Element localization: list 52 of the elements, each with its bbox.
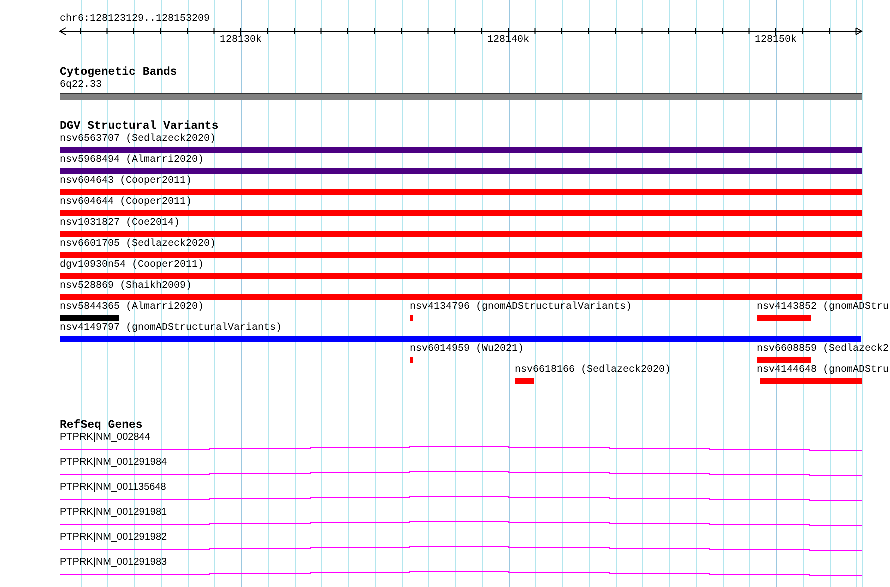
- variant-bar[interactable]: [60, 315, 119, 321]
- variant-label[interactable]: nsv6563707 (Sedlazeck2020): [60, 134, 216, 146]
- variant-bar[interactable]: [515, 378, 534, 384]
- variant-bar[interactable]: [760, 378, 862, 384]
- variant-bar[interactable]: [60, 210, 862, 216]
- variant-bar[interactable]: [757, 315, 811, 321]
- variant-label[interactable]: nsv6601705 (Sedlazeck2020): [60, 239, 216, 251]
- variant-label[interactable]: nsv528869 (Shaikh2009): [60, 281, 192, 293]
- variant-bar[interactable]: [60, 294, 862, 300]
- variant-bar[interactable]: [60, 189, 862, 195]
- transcript-line[interactable]: [60, 546, 862, 551]
- variant-label[interactable]: nsv4149797 (gnomADStructuralVariants): [60, 323, 282, 335]
- variant-label[interactable]: nsv4143852 (gnomADStru: [757, 302, 890, 314]
- gene-label[interactable]: PTPRK|NM_001291982: [60, 532, 168, 544]
- variant-label[interactable]: nsv6608859 (Sedlazeck2: [757, 344, 890, 356]
- variant-bar[interactable]: [60, 273, 862, 279]
- variant-label[interactable]: nsv4134796 (gnomADStructuralVariants): [410, 302, 632, 314]
- variant-label[interactable]: nsv1031827 (Coe2014): [60, 218, 180, 230]
- band-label: 6q22.33: [60, 80, 102, 92]
- variant-label[interactable]: nsv604644 (Cooper2011): [60, 197, 192, 209]
- variant-label[interactable]: dgv10930n54 (Cooper2011): [60, 260, 204, 272]
- tick-label: 128130k: [220, 35, 262, 47]
- track-title: RefSeq Genes: [60, 420, 143, 432]
- variant-label[interactable]: nsv6014959 (Wu2021): [410, 344, 524, 356]
- variant-bar[interactable]: [60, 231, 862, 237]
- gene-label[interactable]: PTPRK|NM_001291981: [60, 507, 168, 519]
- tick-label: 128150k: [755, 35, 798, 47]
- tick-label: 128140k: [488, 35, 530, 47]
- gene-label[interactable]: PTPRK|NM_002844: [60, 432, 150, 444]
- transcript-line[interactable]: [60, 572, 862, 576]
- variant-bar[interactable]: [410, 357, 413, 363]
- transcript-line[interactable]: [60, 496, 862, 501]
- transcript-line[interactable]: [60, 446, 862, 451]
- track-title: DGV Structural Variants: [60, 121, 219, 133]
- variant-label[interactable]: nsv5844365 (Almarri2020): [60, 302, 204, 314]
- variant-label[interactable]: nsv6618166 (Sedlazeck2020): [515, 365, 672, 377]
- gene-label[interactable]: PTPRK|NM_001291984: [60, 457, 168, 469]
- variant-label[interactable]: nsv5968494 (Almarri2020): [60, 155, 204, 167]
- variant-bar[interactable]: [757, 357, 811, 363]
- gene-label[interactable]: PTPRK|NM_001291983: [60, 557, 168, 569]
- transcript-line[interactable]: [60, 522, 862, 526]
- variant-bar[interactable]: [60, 147, 862, 153]
- variant-bar[interactable]: [60, 168, 862, 174]
- variant-bar[interactable]: [60, 336, 861, 342]
- variant-bar[interactable]: [410, 315, 413, 321]
- transcript-line[interactable]: [60, 472, 862, 476]
- variant-label[interactable]: nsv604643 (Cooper2011): [60, 176, 192, 188]
- variant-bar[interactable]: [60, 252, 862, 258]
- gene-label[interactable]: PTPRK|NM_001135648: [60, 482, 166, 494]
- variant-label[interactable]: nsv4144648 (gnomADStru: [757, 365, 890, 377]
- location-label: chr6:128123129..128153209: [60, 14, 210, 26]
- track-title: Cytogenetic Bands: [60, 67, 178, 79]
